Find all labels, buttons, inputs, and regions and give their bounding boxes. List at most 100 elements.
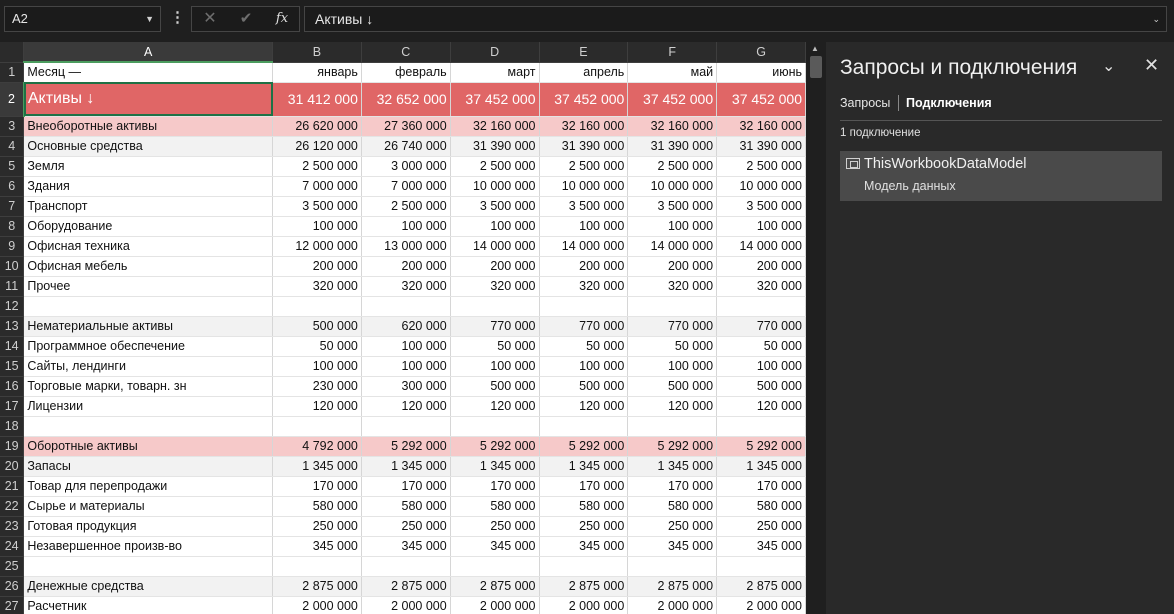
cell-f20[interactable]: 1 345 000 (627, 456, 718, 477)
cell-b10[interactable]: 200 000 (272, 256, 362, 277)
cell-e8[interactable]: 100 000 (539, 216, 629, 237)
scrollbar-thumb[interactable] (810, 56, 822, 78)
column-header-g[interactable]: G (716, 42, 806, 63)
cell-g26[interactable]: 2 875 000 (716, 576, 806, 597)
cell-c22[interactable]: 580 000 (361, 496, 451, 517)
row-header[interactable]: 19 (0, 436, 25, 457)
row-header[interactable]: 12 (0, 296, 25, 317)
cell-a1[interactable]: Месяц — (23, 62, 274, 83)
cell-d2[interactable]: 37 452 000 (450, 82, 540, 117)
cell-b24[interactable]: 345 000 (272, 536, 362, 557)
cell-b17[interactable]: 120 000 (272, 396, 362, 417)
cell-g4[interactable]: 31 390 000 (716, 136, 806, 157)
chevron-down-icon[interactable]: ⌄ (1102, 56, 1115, 76)
cell-f17[interactable]: 120 000 (627, 396, 718, 417)
cell-e22[interactable]: 580 000 (539, 496, 629, 517)
column-header-e[interactable]: E (539, 42, 629, 63)
cell-a27[interactable]: Расчетник (23, 596, 274, 614)
row-header[interactable]: 26 (0, 576, 25, 597)
cell-d14[interactable]: 50 000 (450, 336, 540, 357)
cell-f27[interactable]: 2 000 000 (627, 596, 718, 614)
cell-b4[interactable]: 26 120 000 (272, 136, 362, 157)
close-icon[interactable]: ✕ (1144, 55, 1159, 76)
cell-a9[interactable]: Офисная техника (23, 236, 274, 257)
cell-g27[interactable]: 2 000 000 (716, 596, 806, 614)
cell-b2[interactable]: 31 412 000 (272, 82, 362, 117)
column-header-a[interactable]: A (23, 42, 274, 63)
cell-f3[interactable]: 32 160 000 (627, 116, 718, 137)
cell-c1[interactable]: февраль (361, 62, 451, 83)
cell-c26[interactable]: 2 875 000 (361, 576, 451, 597)
cell-d22[interactable]: 580 000 (450, 496, 540, 517)
cell-d24[interactable]: 345 000 (450, 536, 540, 557)
cell-a10[interactable]: Офисная мебель (23, 256, 274, 277)
cell-d18[interactable] (450, 416, 540, 437)
cell-f14[interactable]: 50 000 (627, 336, 718, 357)
row-header[interactable]: 21 (0, 476, 25, 497)
cell-g13[interactable]: 770 000 (716, 316, 806, 337)
cell-d6[interactable]: 10 000 000 (450, 176, 540, 197)
cell-b19[interactable]: 4 792 000 (272, 436, 362, 457)
cell-e9[interactable]: 14 000 000 (539, 236, 629, 257)
cell-f16[interactable]: 500 000 (627, 376, 718, 397)
cell-b5[interactable]: 2 500 000 (272, 156, 362, 177)
cell-e4[interactable]: 31 390 000 (539, 136, 629, 157)
row-header[interactable]: 1 (0, 62, 25, 83)
name-box[interactable]: A2 ▼ (4, 6, 161, 32)
cell-a21[interactable]: Товар для перепродажи (23, 476, 274, 497)
cell-d13[interactable]: 770 000 (450, 316, 540, 337)
cell-b25[interactable] (272, 556, 362, 577)
cell-d11[interactable]: 320 000 (450, 276, 540, 297)
cell-f10[interactable]: 200 000 (627, 256, 718, 277)
row-header[interactable]: 4 (0, 136, 25, 157)
cell-e15[interactable]: 100 000 (539, 356, 629, 377)
row-header[interactable]: 9 (0, 236, 25, 257)
cell-g9[interactable]: 14 000 000 (716, 236, 806, 257)
cell-c24[interactable]: 345 000 (361, 536, 451, 557)
row-header[interactable]: 27 (0, 596, 25, 614)
cell-b12[interactable] (272, 296, 362, 317)
cell-a22[interactable]: Сырье и материалы (23, 496, 274, 517)
column-header-b[interactable]: B (272, 42, 362, 63)
cell-b18[interactable] (272, 416, 362, 437)
cell-a8[interactable]: Оборудование (23, 216, 274, 237)
cell-g3[interactable]: 32 160 000 (716, 116, 806, 137)
cell-g25[interactable] (716, 556, 806, 577)
cell-f11[interactable]: 320 000 (627, 276, 718, 297)
cell-b11[interactable]: 320 000 (272, 276, 362, 297)
cell-g15[interactable]: 100 000 (716, 356, 806, 377)
cell-c21[interactable]: 170 000 (361, 476, 451, 497)
cell-c3[interactable]: 27 360 000 (361, 116, 451, 137)
cell-f1[interactable]: май (627, 62, 718, 83)
cell-a19[interactable]: Оборотные активы (23, 436, 274, 457)
row-header[interactable]: 10 (0, 256, 25, 277)
cell-c2[interactable]: 32 652 000 (361, 82, 451, 117)
cell-e7[interactable]: 3 500 000 (539, 196, 629, 217)
cell-g2[interactable]: 37 452 000 (716, 82, 806, 117)
cell-f21[interactable]: 170 000 (627, 476, 718, 497)
cell-g22[interactable]: 580 000 (716, 496, 806, 517)
select-all-corner[interactable] (0, 42, 25, 63)
cell-f18[interactable] (627, 416, 718, 437)
cell-e12[interactable] (539, 296, 629, 317)
row-header[interactable]: 14 (0, 336, 25, 357)
row-header[interactable]: 2 (0, 82, 25, 117)
cell-b6[interactable]: 7 000 000 (272, 176, 362, 197)
cell-e13[interactable]: 770 000 (539, 316, 629, 337)
cell-c15[interactable]: 100 000 (361, 356, 451, 377)
cell-e21[interactable]: 170 000 (539, 476, 629, 497)
row-header[interactable]: 8 (0, 216, 25, 237)
cell-d19[interactable]: 5 292 000 (450, 436, 540, 457)
cell-c9[interactable]: 13 000 000 (361, 236, 451, 257)
cell-a20[interactable]: Запасы (23, 456, 274, 477)
cell-d21[interactable]: 170 000 (450, 476, 540, 497)
cell-f26[interactable]: 2 875 000 (627, 576, 718, 597)
formula-input[interactable]: Активы ↓ ⌄ (304, 6, 1167, 32)
cell-f7[interactable]: 3 500 000 (627, 196, 718, 217)
cell-d7[interactable]: 3 500 000 (450, 196, 540, 217)
cell-d10[interactable]: 200 000 (450, 256, 540, 277)
row-header[interactable]: 18 (0, 416, 25, 437)
cell-c10[interactable]: 200 000 (361, 256, 451, 277)
cell-g14[interactable]: 50 000 (716, 336, 806, 357)
cell-c13[interactable]: 620 000 (361, 316, 451, 337)
